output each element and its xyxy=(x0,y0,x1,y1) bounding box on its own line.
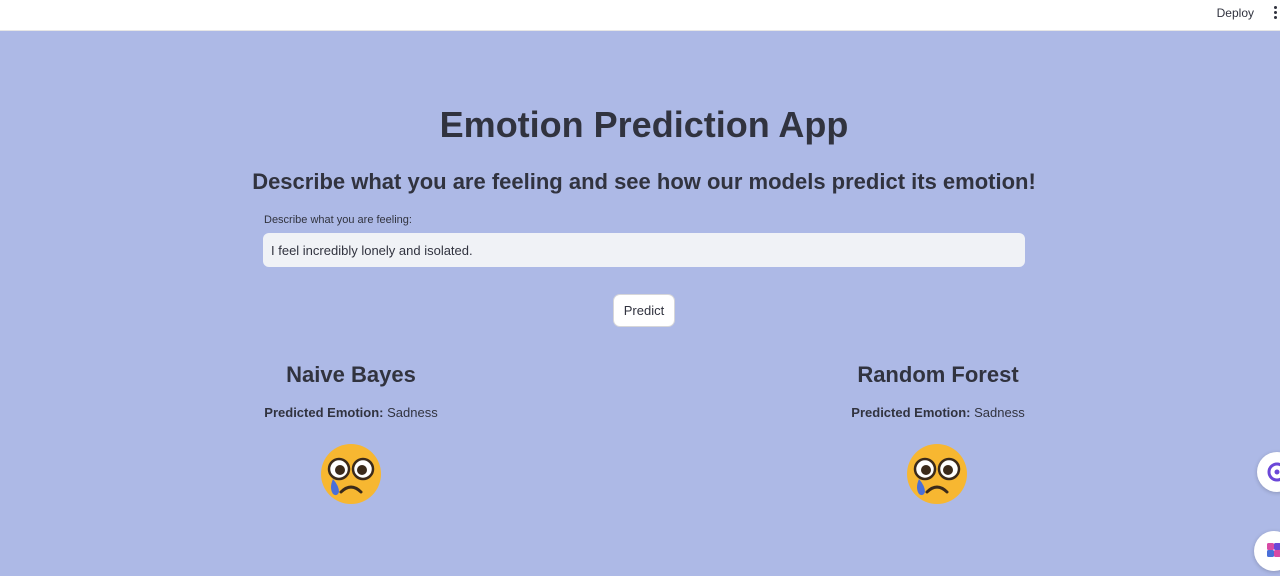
top-toolbar: Deploy xyxy=(0,0,1280,31)
kebab-menu-icon[interactable] xyxy=(1272,6,1278,20)
sad-tearful-face-icon xyxy=(905,442,969,506)
feeling-input-label: Describe what you are feeling: xyxy=(264,214,412,226)
sad-tearful-face-icon xyxy=(319,442,383,506)
extension-icon[interactable] xyxy=(1254,531,1280,571)
model-title: Naive Bayes xyxy=(286,362,416,387)
naive-bayes-result: Naive Bayes Predicted Emotion: Sadness xyxy=(181,358,521,422)
page-subtitle: Describe what you are feeling and see ho… xyxy=(252,169,1036,194)
deploy-button[interactable]: Deploy xyxy=(1217,5,1254,21)
prediction-text: Predicted Emotion: Sadness xyxy=(768,404,1108,422)
feeling-input[interactable] xyxy=(263,233,1025,267)
predict-button[interactable]: Predict xyxy=(613,294,675,327)
prediction-label: Predicted Emotion: xyxy=(851,405,971,420)
prediction-text: Predicted Emotion: Sadness xyxy=(181,404,521,422)
prediction-label: Predicted Emotion: xyxy=(264,405,384,420)
page-title: Emotion Prediction App xyxy=(439,104,849,145)
model-title: Random Forest xyxy=(857,362,1019,387)
prediction-value: Sadness xyxy=(387,405,438,420)
random-forest-result: Random Forest Predicted Emotion: Sadness xyxy=(768,358,1108,422)
prediction-value: Sadness xyxy=(974,405,1025,420)
assistant-icon[interactable] xyxy=(1257,452,1280,492)
